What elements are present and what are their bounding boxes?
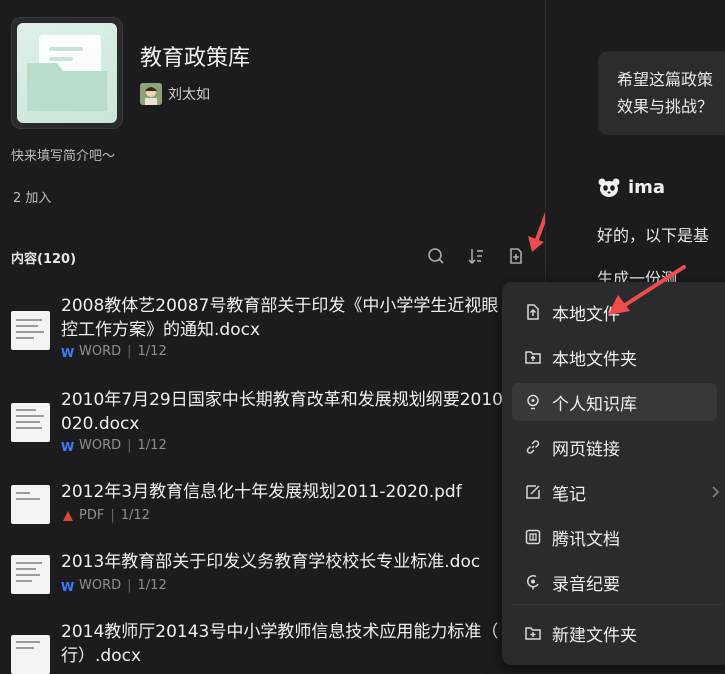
file-item[interactable]: 2012年3月教育信息化十年发展规划2011-2020.pdf PDF | 1/…: [11, 480, 536, 530]
menu-item-label: 个人知识库: [552, 394, 637, 415]
file-name-cont: 行）.docx: [61, 646, 142, 666]
file-pages: 1/12: [137, 438, 167, 453]
user-question: 希望这篇政策 效果与挑战？: [617, 66, 713, 120]
owner[interactable]: 刘太如: [140, 83, 210, 105]
members-joined[interactable]: 2 加入: [13, 187, 51, 206]
search-icon[interactable]: [426, 246, 446, 266]
menu-divider: [512, 604, 722, 605]
file-item[interactable]: 2014教师厅20143号中小学教师信息技术应用能力标准（ 行）.docx: [11, 620, 536, 674]
avatar: [140, 83, 162, 105]
file-pages: 1/12: [120, 508, 150, 523]
tencent-doc-icon: [525, 529, 541, 545]
file-type: WORD: [79, 344, 122, 359]
assistant-header: ima: [598, 177, 665, 198]
menu-item-personal-kb[interactable]: 个人知识库: [512, 383, 717, 421]
question-line: 效果与挑战？: [617, 97, 714, 116]
menu-item-label: 录音纪要: [552, 574, 620, 595]
file-thumbnail: [11, 485, 50, 524]
file-name: 2008教体艺20087号教育部关于印发《中小学学生近视眼: [61, 296, 499, 316]
new-folder-icon: [525, 627, 541, 640]
chevron-right-icon: [712, 486, 720, 498]
svg-text:W: W: [61, 440, 74, 452]
sort-icon[interactable]: [466, 246, 486, 266]
bulb-icon: [527, 394, 539, 410]
svg-text:W: W: [61, 346, 74, 358]
file-meta: PDF | 1/12: [61, 508, 150, 523]
file-thumbnail: [11, 403, 50, 442]
assistant-name: ima: [628, 177, 666, 198]
menu-item-tencent-doc[interactable]: 腾讯文档: [512, 518, 717, 556]
word-icon: W: [61, 346, 74, 358]
menu-item-label: 本地文件夹: [552, 349, 637, 370]
file-item[interactable]: 2008教体艺20087号教育部关于印发《中小学学生近视眼 控工作方案》的通知.…: [11, 294, 536, 364]
menu-item-label: 腾讯文档: [552, 529, 620, 550]
file-name: 2012年3月教育信息化十年发展规划2011-2020.pdf: [61, 482, 462, 502]
svg-text:W: W: [61, 580, 74, 592]
file-thumbnail: [11, 311, 50, 350]
word-icon: W: [61, 440, 74, 452]
upload-folder-icon: [525, 351, 541, 364]
menu-item-note[interactable]: 笔记: [512, 473, 720, 511]
file-type: WORD: [79, 438, 122, 453]
file-type: WORD: [79, 578, 122, 593]
file-type: PDF: [79, 508, 105, 523]
assistant-reply: 好的，以下是基: [597, 226, 710, 245]
file-item[interactable]: 2013年教育部关于印发义务教育学校校长专业标准.doc W WORD | 1/…: [11, 550, 536, 600]
knowledge-base-title: 教育政策库: [140, 46, 251, 71]
pdf-icon: [63, 510, 73, 521]
word-icon: W: [61, 580, 74, 592]
menu-item-recording[interactable]: 录音纪要: [512, 563, 717, 601]
file-meta: W WORD | 1/12: [61, 438, 167, 453]
menu-item-label: 网页链接: [552, 439, 620, 460]
knowledge-base-cover[interactable]: [11, 17, 123, 129]
upload-file-icon: [527, 304, 539, 320]
file-thumbnail: [11, 635, 50, 674]
menu-item-label: 笔记: [552, 484, 586, 505]
annotation-arrow-icon: [608, 265, 686, 315]
menu-item-web-link[interactable]: 网页链接: [512, 428, 717, 466]
menu-item-label: 新建文件夹: [552, 625, 637, 646]
file-name: 2014教师厅20143号中小学教师信息技术应用能力标准（: [61, 622, 499, 642]
add-content-menu: 本地文件 本地文件夹 个人知识库 网页链接 笔记 腾讯文档 录音纪要 新建文件夹: [502, 282, 725, 665]
knowledge-base-panel: 教育政策库 刘太如 快来填写简介吧～ 2 加入 内容(120) 2008教体艺2…: [0, 0, 550, 674]
owner-name: 刘太如: [168, 87, 210, 103]
menu-item-local-folder[interactable]: 本地文件夹: [512, 338, 717, 376]
panda-icon: [598, 178, 620, 197]
file-thumbnail: [11, 555, 50, 594]
file-name-cont: 控工作方案》的通知.docx: [61, 320, 261, 340]
file-name-cont: 020.docx: [61, 414, 140, 434]
content-header: 内容(120): [11, 252, 77, 267]
note-icon: [526, 485, 540, 499]
file-pages: 1/12: [137, 578, 167, 593]
file-name: 2010年7月29日国家中长期教育改革和发展规划纲要2010: [61, 390, 503, 410]
intro-text[interactable]: 快来填写简介吧～: [11, 145, 115, 164]
file-name: 2013年教育部关于印发义务教育学校校长专业标准.doc: [61, 552, 481, 572]
file-meta: W WORD | 1/12: [61, 578, 167, 593]
question-line: 希望这篇政策: [617, 70, 714, 89]
record-icon: [527, 575, 539, 590]
file-item[interactable]: 2010年7月29日国家中长期教育改革和发展规划纲要2010 020.docx …: [11, 388, 536, 458]
menu-item-new-folder[interactable]: 新建文件夹: [512, 614, 717, 652]
link-icon: [526, 440, 540, 454]
file-meta: W WORD | 1/12: [61, 344, 167, 359]
file-pages: 1/12: [137, 344, 167, 359]
